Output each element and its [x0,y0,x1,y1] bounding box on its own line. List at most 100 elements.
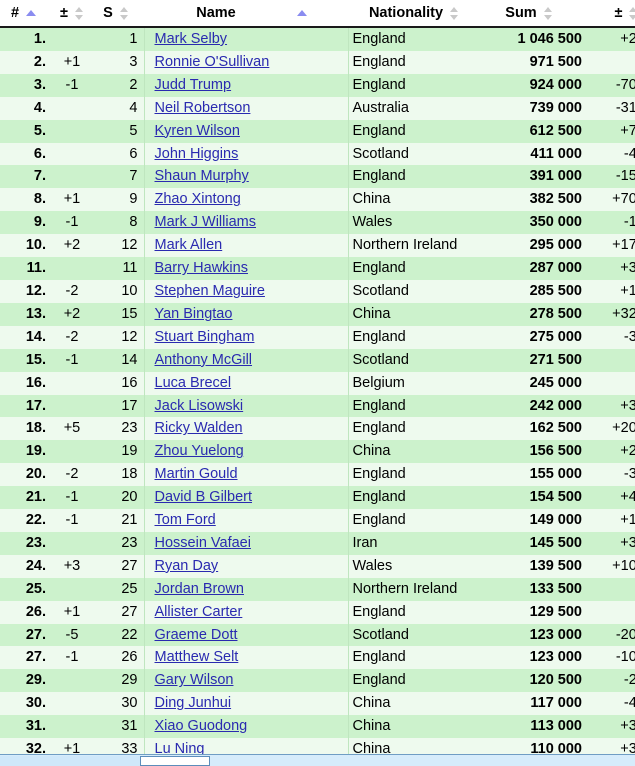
player-link[interactable]: Allister Carter [155,604,243,620]
cell-rank: 6. [33,145,46,162]
player-link[interactable]: Judd Trump [155,77,232,93]
cell-delta-sum: +7 000 [620,122,635,139]
cell-name[interactable]: Zhou Yuelong [143,440,348,464]
sort-active-asc-icon[interactable] [26,9,37,17]
player-link[interactable]: Shaun Murphy [155,168,249,184]
cell-name[interactable]: Stuart Bingham [143,325,348,349]
player-link[interactable]: Ronnie O'Sullivan [155,54,270,70]
cell-nationality: Wales [347,554,476,578]
sort-idle-icon[interactable] [450,6,459,20]
player-link[interactable]: Anthony McGill [155,352,253,368]
cell-name[interactable]: Hossein Vafaei [143,531,348,555]
scrollbar-track[interactable] [0,756,140,766]
horizontal-scrollbar[interactable] [0,754,635,766]
ranking-table: # ± S Name Nationality Sum ± 1. 1 Mark S… [0,0,635,761]
column-header-nationality[interactable]: Nationality [348,0,476,28]
table-row: 11. 11 Barry Hawkins England 287 000 +3 000 [0,257,635,280]
player-link[interactable]: David B Gilbert [155,489,253,505]
player-link[interactable]: Hossein Vafaei [155,535,251,551]
cell-name[interactable]: Allister Carter [143,600,348,624]
sort-idle-icon[interactable] [74,6,84,20]
sort-idle-icon[interactable] [119,6,129,20]
cell-rank: 15. [25,351,46,368]
player-link[interactable]: Stuart Bingham [155,329,255,345]
cell-name[interactable]: Shaun Murphy [143,165,348,189]
player-link[interactable]: Gary Wilson [155,672,234,688]
player-link[interactable]: Yan Bingtao [155,306,233,322]
cell-rank: 20. [25,466,46,483]
cell-name[interactable]: Martin Gould [143,463,348,487]
cell-name[interactable]: Ryan Day [143,554,348,578]
cell-name[interactable]: Ronnie O'Sullivan [143,50,348,74]
player-link[interactable]: Martin Gould [155,466,238,482]
cell-seed: 15 [121,305,138,322]
sort-idle-icon[interactable] [543,6,553,20]
cell-name[interactable]: Matthew Selt [143,646,348,670]
cell-nationality: Belgium [347,371,476,395]
column-header-delta-rank[interactable]: ± [50,0,94,28]
table-body: 1. 1 Mark Selby England 1 046 500 +2 000 2. +1 3… [0,27,635,761]
cell-name[interactable]: Stephen Maguire [143,279,348,303]
player-link[interactable]: Jack Lisowski [155,398,244,414]
player-link[interactable]: Mark J Williams [155,214,257,230]
cell-name[interactable]: John Higgins [143,142,348,166]
column-header-seed[interactable]: S [94,0,144,28]
cell-name[interactable]: Luca Brecel [143,371,348,395]
cell-nationality: England [347,509,476,532]
player-link[interactable]: Zhou Yuelong [155,443,244,459]
cell-name[interactable]: Mark Allen [143,234,348,258]
column-header-sum[interactable]: Sum [476,0,588,28]
player-link[interactable]: Stephen Maguire [155,283,265,299]
cell-name[interactable]: Mark J Williams [143,211,348,235]
sort-active-asc-icon[interactable] [296,9,307,17]
player-link[interactable]: Tom Ford [155,512,216,528]
cell-nationality: England [347,73,476,97]
cell-rank: 11. [26,260,46,277]
cell-name[interactable]: Yan Bingtao [143,302,348,326]
cell-name[interactable]: Jordan Brown [143,577,348,601]
player-link[interactable]: Graeme Dott [155,627,238,643]
table-row: 20. -2 18 Martin Gould England 155 000 -3 000 [0,463,635,487]
cell-name[interactable]: Xiao Guodong [143,715,348,739]
column-header-delta-sum[interactable]: ± [588,0,635,28]
cell-name[interactable]: Ding Junhui [143,692,348,716]
cell-name[interactable]: Jack Lisowski [143,394,348,418]
cell-name[interactable]: Kyren Wilson [143,119,348,143]
cell-name[interactable]: Tom Ford [143,509,348,532]
player-link[interactable]: John Higgins [155,146,239,162]
player-link[interactable]: Luca Brecel [155,375,232,391]
player-link[interactable]: Matthew Selt [155,649,239,665]
cell-name[interactable]: Mark Selby [143,27,348,51]
cell-name[interactable]: Barry Hawkins [143,257,348,280]
cell-name[interactable]: David B Gilbert [143,486,348,510]
column-header-name[interactable]: Name [144,0,348,28]
player-link[interactable]: Ryan Day [155,558,219,574]
cell-seed: 4 [129,99,138,116]
player-link[interactable]: Kyren Wilson [155,123,240,139]
player-link[interactable]: Ding Junhui [155,695,232,711]
player-link[interactable]: Zhao Xintong [155,191,241,207]
cell-name[interactable]: Neil Robertson [143,96,348,120]
player-link[interactable]: Mark Selby [155,31,228,47]
column-header-rank[interactable]: # [0,0,50,28]
table-header: # ± S Name Nationality Sum ± [0,0,635,28]
player-link[interactable]: Ricky Walden [155,420,243,436]
sort-idle-icon[interactable] [629,6,635,20]
cell-delta-rank: -1 [65,512,79,529]
scrollbar-thumb[interactable] [140,756,210,766]
player-link[interactable]: Barry Hawkins [155,260,248,276]
cell-name[interactable]: Anthony McGill [143,348,348,372]
player-link[interactable]: Neil Robertson [155,100,251,116]
cell-delta-rank: +1 [63,53,81,70]
cell-name[interactable]: Ricky Walden [143,417,348,441]
cell-nationality: Scotland [347,279,476,303]
cell-name[interactable]: Zhao Xintong [143,188,348,212]
cell-name[interactable]: Judd Trump [143,73,348,97]
cell-seed: 2 [129,76,138,93]
player-link[interactable]: Mark Allen [155,237,223,253]
cell-name[interactable]: Gary Wilson [143,669,348,693]
cell-name[interactable]: Graeme Dott [143,623,348,647]
player-link[interactable]: Xiao Guodong [155,718,248,734]
cell-delta-sum: +2 000 [620,443,635,460]
player-link[interactable]: Jordan Brown [155,581,244,597]
